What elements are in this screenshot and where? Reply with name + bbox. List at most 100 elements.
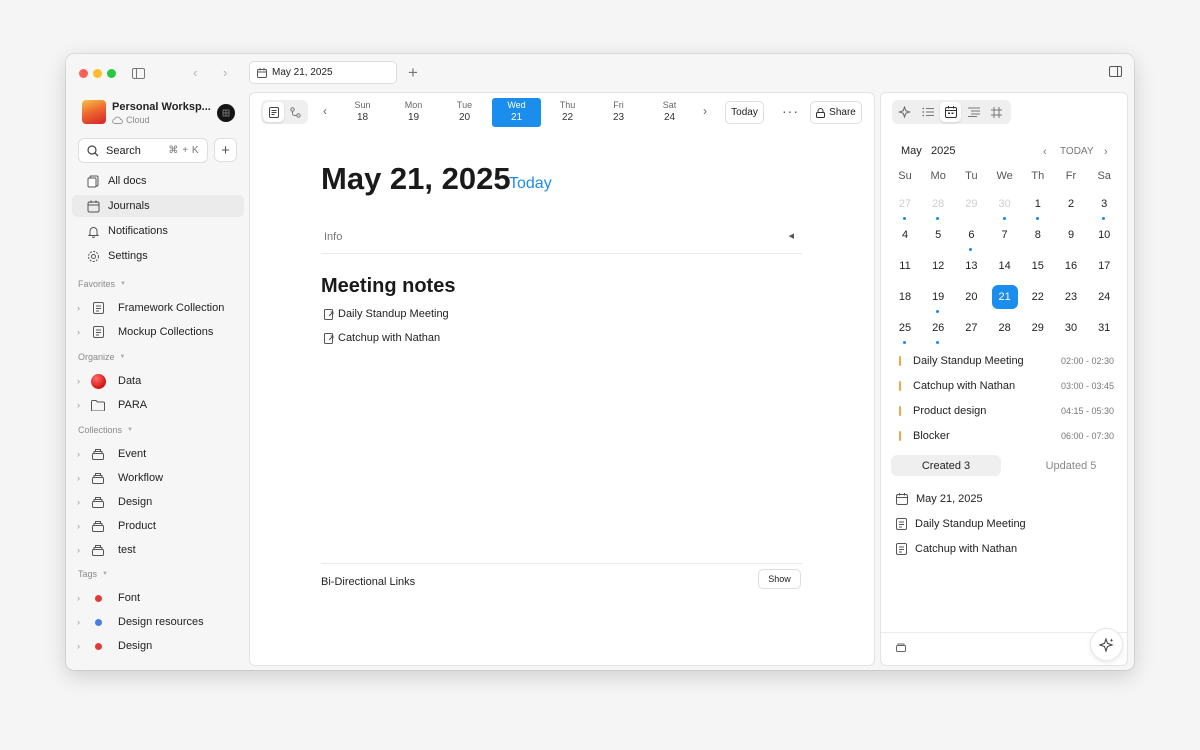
calendar-day[interactable]: 3 [1091, 192, 1117, 220]
chevron-right-icon[interactable]: › [77, 545, 87, 555]
tag-item[interactable]: › Design [72, 635, 244, 657]
close-window-button[interactable] [79, 69, 88, 78]
workspace-switcher[interactable]: Personal Worksp... Cloud [82, 100, 242, 126]
more-menu-icon[interactable]: ··· [782, 103, 799, 119]
calendar-day[interactable]: 7 [992, 223, 1018, 247]
created-doc-item[interactable]: Daily Standup Meeting [896, 518, 1026, 530]
chevron-right-icon[interactable]: › [77, 303, 87, 313]
calendar-day[interactable]: 9 [1058, 223, 1084, 247]
linked-doc[interactable]: Catchup with Nathan [324, 332, 440, 344]
ai-assistant-button[interactable] [1090, 628, 1123, 661]
calendar-day[interactable]: 28 [925, 192, 951, 220]
calendar-day[interactable]: 20 [958, 285, 984, 309]
page-title[interactable]: May 21, 2025 [321, 161, 511, 197]
next-week-chevron-icon[interactable]: › [703, 104, 707, 118]
collapse-caret-icon[interactable]: ◀ [789, 232, 794, 240]
calendar-day[interactable]: 16 [1058, 254, 1084, 278]
calendar-month[interactable]: May [901, 145, 922, 157]
collection-item[interactable]: › Design [72, 491, 244, 513]
section-collections[interactable]: Collections ▼ [78, 425, 133, 435]
calendar-day[interactable]: 19 [925, 285, 951, 313]
chevron-right-icon[interactable]: › [77, 473, 87, 483]
organize-item[interactable]: › PARA [72, 394, 244, 416]
minimize-window-button[interactable] [93, 69, 102, 78]
week-day[interactable]: Tue 20 [440, 98, 489, 127]
tab-journal[interactable]: May 21, 2025 [249, 61, 397, 84]
sidebar-item-notifications[interactable]: Notifications [72, 220, 244, 242]
toc-icon[interactable] [963, 102, 984, 122]
week-day-selected[interactable]: Wed 21 [492, 98, 541, 127]
calendar-day[interactable]: 6 [958, 223, 984, 251]
outline-list-icon[interactable] [917, 102, 938, 122]
chevron-right-icon[interactable]: › [77, 593, 87, 603]
calendar-day[interactable]: 23 [1058, 285, 1084, 309]
tab-created[interactable]: Created 3 [891, 455, 1001, 476]
created-doc-item[interactable]: May 21, 2025 [896, 493, 983, 505]
week-day[interactable]: Fri 23 [594, 98, 643, 127]
frame-icon[interactable] [986, 102, 1007, 122]
new-doc-button[interactable]: + [214, 138, 237, 162]
calendar-day[interactable]: 25 [892, 316, 918, 344]
linked-doc[interactable]: Daily Standup Meeting [324, 308, 449, 320]
show-links-button[interactable]: Show [758, 569, 801, 589]
sidebar-item-journals[interactable]: Journals [72, 195, 244, 217]
sidebar-item-settings[interactable]: Settings [72, 245, 244, 267]
tab-updated[interactable]: Updated 5 [1016, 455, 1126, 476]
calendar-day[interactable]: 30 [1058, 316, 1084, 340]
calendar-day-selected[interactable]: 21 [991, 285, 1018, 309]
calendar-day[interactable]: 30 [992, 192, 1018, 220]
event-item[interactable]: Daily Standup Meeting 02:00 - 02:30 [899, 352, 1114, 370]
search-input[interactable]: Search ⌘ + K [78, 138, 208, 163]
calendar-day[interactable]: 22 [1025, 285, 1051, 309]
calendar-day[interactable]: 13 [958, 254, 984, 278]
calendar-panel-icon[interactable] [940, 102, 961, 122]
organize-item[interactable]: › Data [72, 370, 244, 392]
calendar-day[interactable]: 15 [1025, 254, 1051, 278]
chevron-right-icon[interactable]: › [77, 376, 87, 386]
calendar-day[interactable]: 8 [1025, 223, 1051, 247]
tag-item[interactable]: › Design resources [72, 611, 244, 633]
sidebar-toggle-icon[interactable] [131, 66, 145, 80]
section-heading[interactable]: Meeting notes [321, 275, 455, 298]
chevron-right-icon[interactable]: › [77, 497, 87, 507]
calendar-year[interactable]: 2025 [931, 145, 955, 157]
ai-sparkle-icon[interactable] [894, 102, 915, 122]
section-organize[interactable]: Organize ▼ [78, 352, 125, 362]
favorite-item[interactable]: › Mockup Collections [72, 321, 244, 343]
calendar-day[interactable]: 10 [1091, 223, 1117, 247]
event-item[interactable]: Catchup with Nathan 03:00 - 03:45 [899, 377, 1114, 395]
prev-week-chevron-icon[interactable]: ‹ [323, 104, 327, 118]
calendar-day[interactable]: 4 [892, 223, 918, 247]
share-button[interactable]: Share [810, 101, 862, 124]
tag-item[interactable]: › Font [72, 587, 244, 609]
chevron-right-icon[interactable]: › [77, 521, 87, 531]
calendar-day[interactable]: 11 [892, 254, 918, 278]
collection-item[interactable]: › Workflow [72, 467, 244, 489]
collection-item[interactable]: › Event [72, 443, 244, 465]
forward-arrow-icon[interactable]: › [223, 65, 227, 80]
calendar-day[interactable]: 31 [1091, 316, 1117, 340]
right-panel-toggle-icon[interactable] [1109, 66, 1122, 77]
week-day[interactable]: Sun 18 [338, 98, 387, 127]
calendar-day[interactable]: 26 [925, 316, 951, 344]
edgeless-mode-button[interactable] [285, 102, 306, 122]
event-item[interactable]: Blocker 06:00 - 07:30 [899, 427, 1114, 445]
event-item[interactable]: Product design 04:15 - 05:30 [899, 402, 1114, 420]
info-section[interactable]: Info ◀ [321, 229, 802, 254]
week-day[interactable]: Thu 22 [543, 98, 592, 127]
collection-item[interactable]: › Product [72, 515, 244, 537]
prev-month-chevron-icon[interactable]: ‹ [1043, 146, 1047, 158]
week-day[interactable]: Mon 19 [389, 98, 438, 127]
collection-item[interactable]: › test [72, 539, 244, 561]
section-tags[interactable]: Tags ▼ [78, 569, 108, 579]
chevron-right-icon[interactable]: › [77, 327, 87, 337]
calendar-today-button[interactable]: TODAY [1060, 146, 1094, 157]
chevron-right-icon[interactable]: › [77, 400, 87, 410]
calendar-day[interactable]: 5 [925, 223, 951, 247]
avatar[interactable] [217, 104, 235, 122]
calendar-day[interactable]: 29 [1025, 316, 1051, 340]
calendar-day[interactable]: 2 [1058, 192, 1084, 216]
new-tab-plus-icon[interactable]: + [408, 63, 418, 83]
calendar-day[interactable]: 24 [1091, 285, 1117, 309]
back-arrow-icon[interactable]: ‹ [193, 65, 197, 80]
